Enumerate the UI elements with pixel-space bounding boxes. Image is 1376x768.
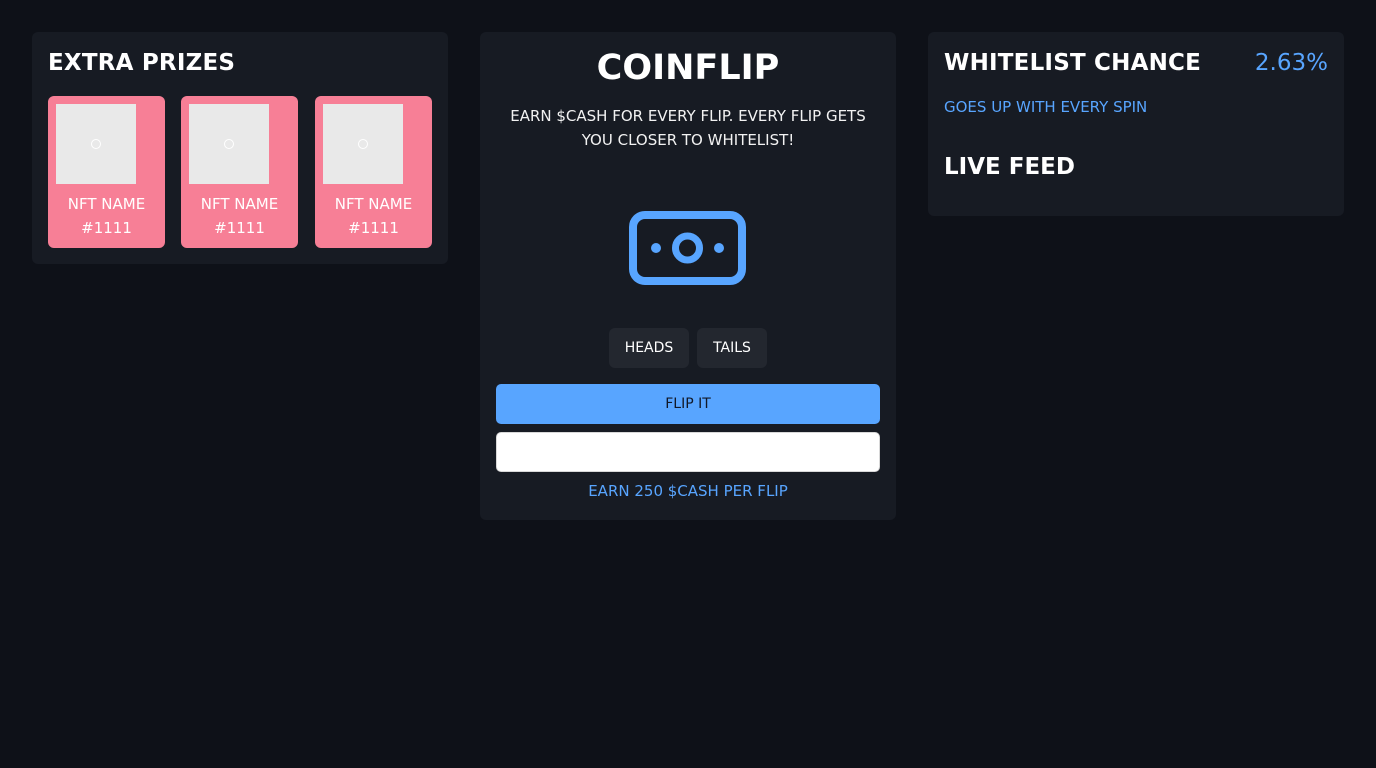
whitelist-panel: WHITELIST CHANCE 2.63% GOES UP WITH EVER… xyxy=(928,32,1344,216)
coinflip-panel: COINFLIP EARN $CASH FOR EVERY FLIP. EVER… xyxy=(480,32,896,520)
prize-image xyxy=(323,104,403,184)
prize-image xyxy=(189,104,269,184)
prize-name: NFT NAME #1111 xyxy=(67,195,146,237)
heads-button[interactable]: HEADS xyxy=(609,328,689,368)
image-placeholder-icon xyxy=(358,139,368,149)
extra-prizes-title: EXTRA PRIZES xyxy=(48,50,236,76)
earn-per-flip-note: EARN 250 $CASH PER FLIP xyxy=(588,482,788,500)
cash-icon xyxy=(629,211,746,285)
coinflip-title: COINFLIP xyxy=(596,48,780,88)
live-feed-title: LIVE FEED xyxy=(944,154,1075,180)
image-placeholder-icon xyxy=(224,139,234,149)
tails-button[interactable]: TAILS xyxy=(697,328,767,368)
flip-amount-input[interactable] xyxy=(496,432,880,472)
prize-card[interactable]: NFT NAME #1111 xyxy=(181,96,298,248)
whitelist-percent: 2.63% xyxy=(1254,50,1328,76)
prize-name: NFT NAME #1111 xyxy=(200,195,279,237)
whitelist-title: WHITELIST CHANCE xyxy=(944,50,1202,76)
flip-it-button[interactable]: FLIP IT xyxy=(496,384,880,424)
image-placeholder-icon xyxy=(91,139,101,149)
prize-card[interactable]: NFT NAME #1111 xyxy=(48,96,165,248)
extra-prizes-panel: EXTRA PRIZES NFT NAME #1111 NFT NAME #11… xyxy=(32,32,448,264)
prize-card[interactable]: NFT NAME #1111 xyxy=(315,96,432,248)
prize-image xyxy=(56,104,136,184)
prize-name: NFT NAME #1111 xyxy=(334,195,413,237)
page: EXTRA PRIZES NFT NAME #1111 NFT NAME #11… xyxy=(0,0,1376,768)
coinflip-description: EARN $CASH FOR EVERY FLIP. EVERY FLIP GE… xyxy=(510,107,866,149)
whitelist-subtitle: GOES UP WITH EVERY SPIN xyxy=(944,98,1148,116)
